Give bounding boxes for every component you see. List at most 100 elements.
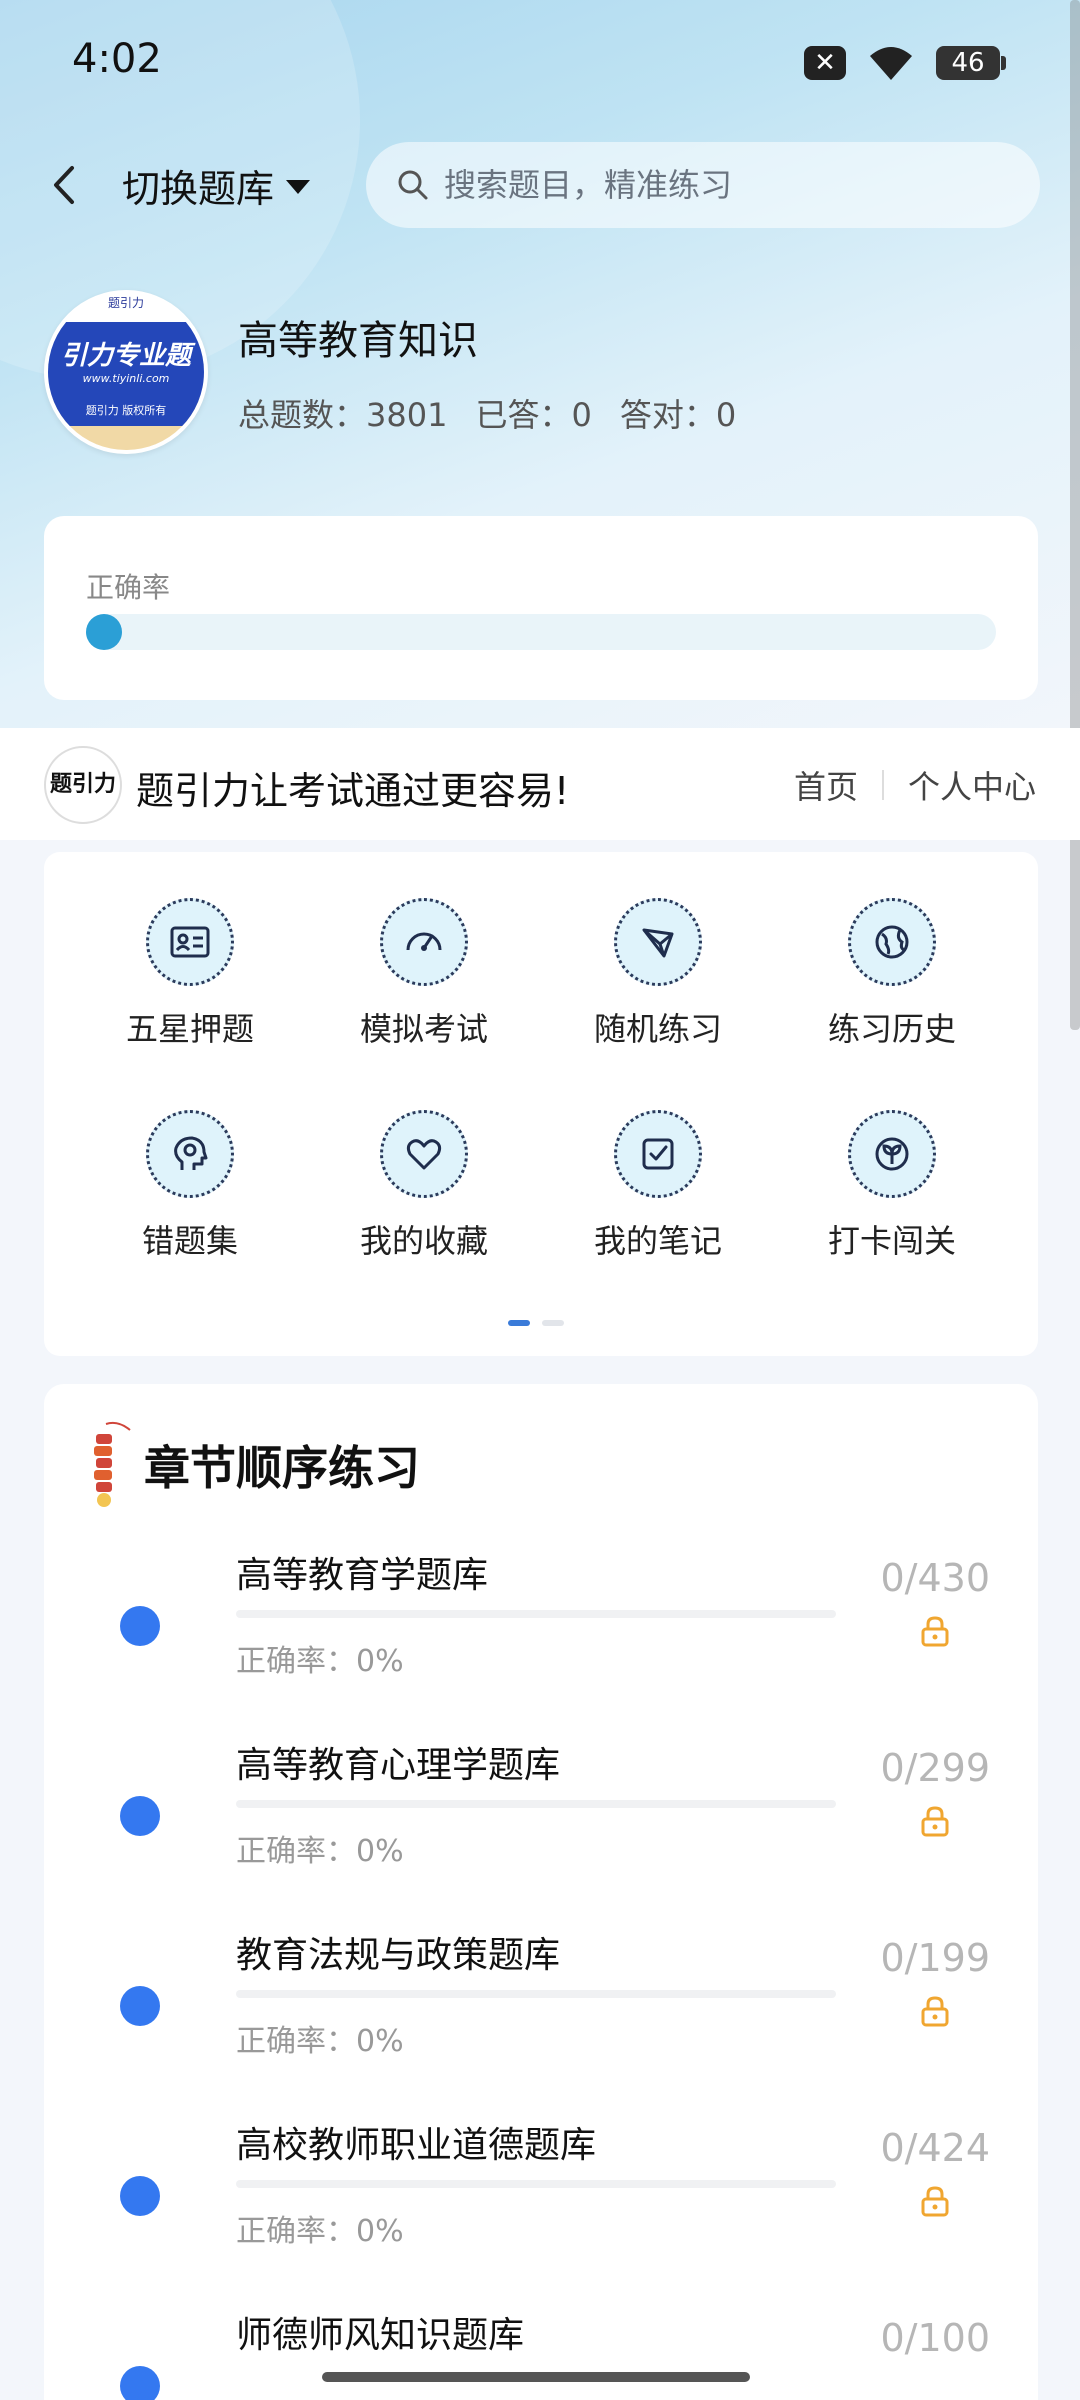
chapter-count: 0/199 (880, 1936, 990, 1980)
grid-label: 五星押题 (125, 1010, 254, 1048)
sprout-icon (848, 1110, 936, 1198)
home-indicator[interactable] (322, 2372, 750, 2382)
firecracker-icon (94, 1421, 131, 1507)
chapter-name: 高等教育学题库 (236, 1555, 489, 1596)
wifi-icon (870, 47, 912, 80)
chapter-row[interactable]: 师德师风知识题库 0/100 (44, 2306, 1038, 2400)
chapter-row[interactable]: 高等教育心理学题库 正确率：0% 0/299 (44, 1736, 1038, 1926)
stat-correct: 答对：0 (619, 396, 737, 434)
chapter-accuracy: 正确率：0% (236, 2214, 404, 2249)
chapter-count: 0/299 (880, 1746, 990, 1790)
promo-logo: 题引力 (44, 746, 122, 824)
promo-links: 首页 个人中心 (794, 762, 1036, 808)
link-divider (881, 770, 884, 800)
bank-logo: 题引力 引力专业题 www.tiyinli.com 题引力 版权所有 (44, 290, 208, 454)
chapter-dot (120, 2176, 160, 2216)
promo-slogan: 题引力让考试通过更容易! (136, 769, 570, 813)
switch-bank-label: 切换题库 (122, 167, 275, 211)
chapter-practice-card: 章节顺序练习 高等教育学题库 正确率：0% 0/430 高等教育心理学题库 正确… (44, 1384, 1038, 2400)
id-card-icon (146, 898, 234, 986)
lock-icon (921, 1996, 949, 2027)
stat-answered: 已答：0 (475, 396, 592, 434)
grid-item-mock-exam[interactable]: 模拟考试 (324, 898, 524, 1058)
speedometer-icon (380, 898, 468, 986)
logo-bottom: 题引力 版权所有 (48, 398, 204, 450)
chapter-row[interactable]: 高校教师职业道德题库 正确率：0% 0/424 (44, 2116, 1038, 2306)
chapter-progress-bar (236, 1800, 836, 1808)
lock-icon (921, 1616, 949, 1647)
grid-item-five-star[interactable]: 五星押题 (90, 898, 290, 1058)
grid-label: 练习历史 (827, 1010, 956, 1048)
status-time: 4:02 (72, 36, 162, 82)
grid-label: 打卡闯关 (827, 1222, 956, 1260)
chapter-dot (120, 2366, 160, 2400)
chapter-name: 高等教育心理学题库 (236, 1745, 561, 1786)
bank-info: 题引力 引力专业题 www.tiyinli.com 题引力 版权所有 高等教育知… (0, 290, 1080, 460)
pager-dot[interactable] (542, 1320, 564, 1326)
chapter-row[interactable]: 教育法规与政策题库 正确率：0% 0/199 (44, 1926, 1038, 2116)
bank-title: 高等教育知识 (238, 318, 478, 364)
grid-pager (508, 1320, 564, 1326)
lock-icon (921, 2186, 949, 2217)
stat-total: 总题数：3801 (238, 396, 448, 434)
bank-stats: 总题数：3801 已答：0 答对：0 (238, 390, 736, 436)
logo-url-text: www.tiyinli.com (82, 372, 170, 385)
chapter-dot (120, 1986, 160, 2026)
search-input[interactable] (444, 166, 1004, 204)
lock-icon (921, 1806, 949, 1837)
home-link[interactable]: 首页 (794, 762, 858, 808)
grid-label: 我的收藏 (359, 1222, 488, 1260)
caret-down-icon (286, 179, 311, 194)
grid-item-favorites[interactable]: 我的收藏 (324, 1110, 524, 1270)
chapter-dot (120, 1796, 160, 1836)
heart-icon (380, 1110, 468, 1198)
chapter-progress-bar (236, 2180, 836, 2188)
globe-icon (848, 898, 936, 986)
search-bar[interactable] (366, 142, 1040, 228)
pager-dot-active[interactable] (508, 1320, 530, 1326)
chapter-dot (120, 1606, 160, 1646)
back-button[interactable] (40, 160, 90, 210)
chapter-count: 0/424 (880, 2126, 990, 2170)
status-icons: ✕ 46 (804, 44, 1006, 82)
grid-item-random-practice[interactable]: 随机练习 (558, 898, 758, 1058)
accuracy-progress-indicator (86, 614, 122, 650)
chapter-row[interactable]: 高等教育学题库 正确率：0% 0/430 (44, 1546, 1038, 1736)
profile-link[interactable]: 个人中心 (908, 762, 1036, 808)
grid-item-notes[interactable]: 我的笔记 (558, 1110, 758, 1270)
chapter-name: 教育法规与政策题库 (236, 1935, 561, 1976)
logo-bottom-text: 题引力 版权所有 (48, 398, 204, 426)
shuffle-icon (614, 898, 702, 986)
accuracy-label: 正确率 (86, 571, 171, 604)
chapter-count: 0/100 (880, 2316, 990, 2360)
accuracy-card: 正确率 (44, 516, 1038, 700)
chapter-accuracy: 正确率：0% (236, 2024, 404, 2059)
logo-main-text: 引力专业题 (60, 341, 191, 371)
notification-close-icon: ✕ (804, 46, 846, 80)
logo-band: 引力专业题 www.tiyinli.com (48, 322, 204, 398)
chapter-progress-bar (236, 1990, 836, 1998)
switch-bank-dropdown[interactable]: 切换题库 (122, 158, 312, 213)
chapter-header: 章节顺序练习 (88, 1420, 420, 1510)
chapter-title: 章节顺序练习 (144, 1441, 420, 1495)
chapter-progress-bar (236, 1610, 836, 1618)
grid-item-practice-history[interactable]: 练习历史 (792, 898, 992, 1058)
head-icon (146, 1110, 234, 1198)
note-check-icon (614, 1110, 702, 1198)
grid-label: 随机练习 (593, 1010, 722, 1048)
chevron-left-icon (54, 166, 74, 204)
search-icon (398, 170, 428, 200)
feature-grid: 五星押题 模拟考试 随机练习 练习历史 错题集 我的收藏 我的笔记 打卡闯关 (44, 852, 1038, 1356)
status-bar: 4:02 ✕ 46 (0, 0, 1080, 120)
promo-bar: 题引力 题引力让考试通过更容易! 首页 个人中心 (0, 728, 1080, 840)
accuracy-progress-bar (86, 614, 996, 650)
chapter-accuracy: 正确率：0% (236, 1834, 404, 1869)
chapter-name: 师德师风知识题库 (236, 2315, 525, 2356)
grid-item-check-in[interactable]: 打卡闯关 (792, 1110, 992, 1270)
chapter-count: 0/430 (880, 1556, 990, 1600)
logo-top-text: 题引力 (48, 294, 204, 322)
grid-item-wrong-answers[interactable]: 错题集 (90, 1110, 290, 1270)
chapter-accuracy: 正确率：0% (236, 1644, 404, 1679)
grid-label: 模拟考试 (359, 1010, 488, 1048)
top-nav: 切换题库 (0, 140, 1080, 230)
